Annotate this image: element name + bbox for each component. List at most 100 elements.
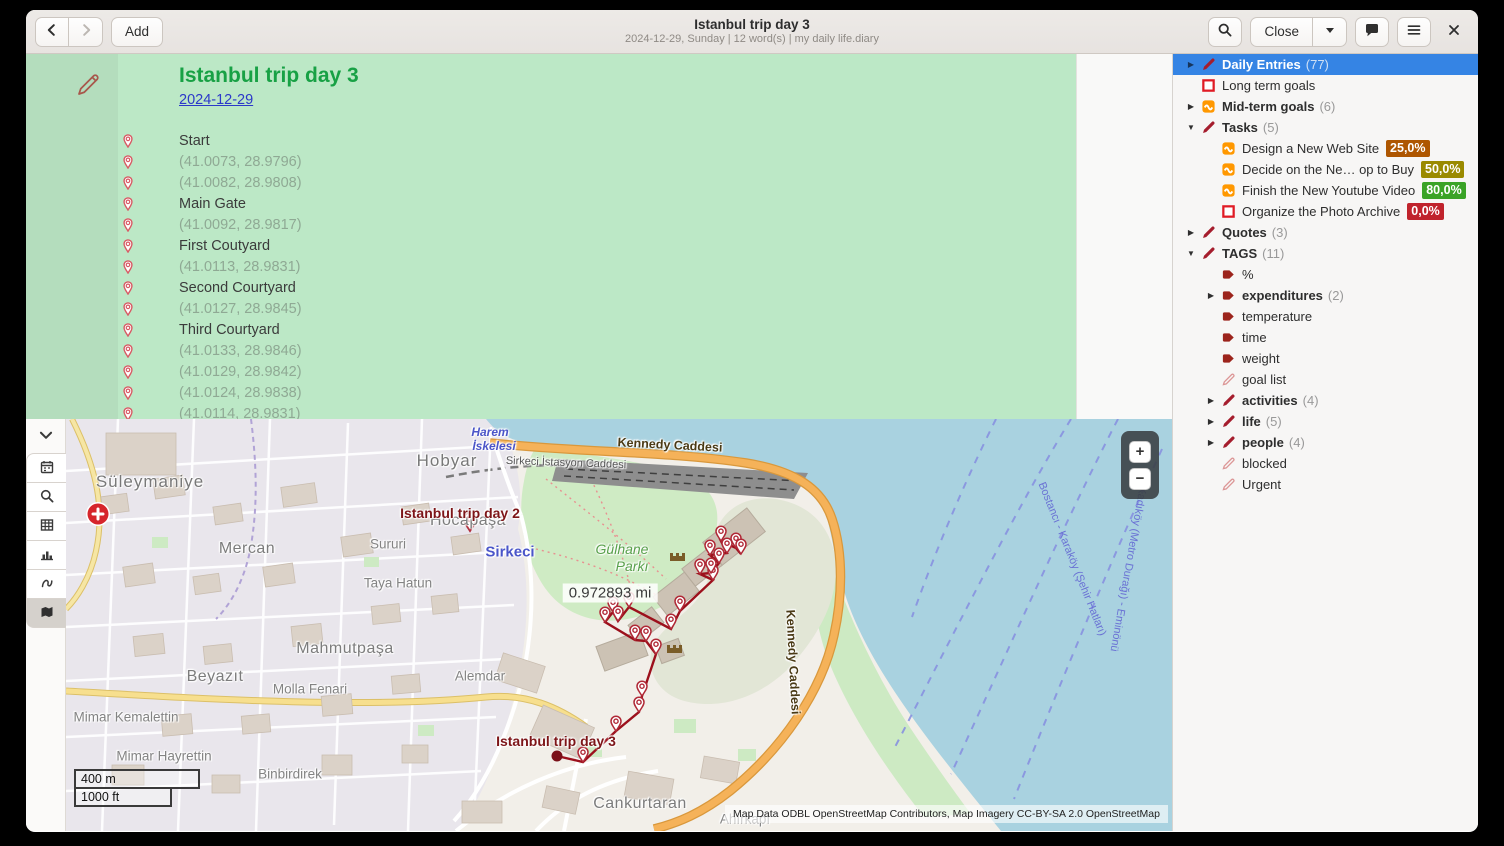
collapse-panel-button[interactable] (26, 419, 66, 451)
sidebar-item-finish-youtube-video[interactable]: Finish the New Youtube Video 80,0% (1173, 180, 1478, 201)
map-zoom-control: + − (1121, 431, 1159, 499)
entry-date-link[interactable]: 2024-12-29 (179, 92, 253, 108)
close-diary-button[interactable]: Close (1250, 17, 1313, 47)
sidebar-item-decide-laptop[interactable]: Decide on the Ne… op to Buy 50,0% (1173, 159, 1478, 180)
location-row: Main Gate (118, 193, 1076, 214)
sidebar-item-tag-percent[interactable]: % (1173, 264, 1478, 285)
sidebar-item-long-term-goals[interactable]: Long term goals (1173, 75, 1478, 96)
tag-bubble-icon (1364, 22, 1380, 41)
todo-checkbox-icon (1221, 204, 1236, 219)
window-subtitle: 2024-12-29, Sunday | 12 word(s) | my dai… (625, 32, 879, 46)
map-pin-icon (121, 196, 135, 211)
progress-badge: 80,0% (1422, 182, 1465, 199)
search-icon (39, 488, 55, 507)
add-button[interactable]: Add (111, 17, 163, 47)
entry-content[interactable]: Istanbul trip day 3 2024-12-29 Start (41… (118, 54, 1076, 419)
screen: Add Istanbul trip day 3 2024-12-29, Sund… (0, 0, 1504, 846)
tags-button[interactable] (1355, 17, 1389, 47)
sidebar-item-tag-urgent[interactable]: Urgent (1173, 474, 1478, 495)
sidebar-item-tag-goal-list[interactable]: goal list (1173, 369, 1478, 390)
sidebar-item-tag-activities[interactable]: ▶ activities (4) (1173, 390, 1478, 411)
menu-button[interactable] (1397, 17, 1431, 47)
hamburger-icon (1406, 22, 1422, 41)
chevron-left-icon (44, 22, 60, 41)
table-tab-button[interactable] (26, 511, 66, 541)
todo-checkbox-icon (1201, 78, 1216, 93)
sidebar-item-tag-people[interactable]: ▶ people (4) (1173, 432, 1478, 453)
sidebar-item-tag-blocked[interactable]: blocked (1173, 453, 1478, 474)
zoom-in-button[interactable]: + (1129, 441, 1151, 463)
map-canvas[interactable]: Süleymaniye Hobyar Mercan Sururi Taya Ha… (66, 419, 1172, 831)
sidebar-item-quotes[interactable]: ▶ Quotes (3) (1173, 222, 1478, 243)
app-window: Add Istanbul trip day 3 2024-12-29, Sund… (26, 10, 1478, 832)
progress-wave-icon (1221, 141, 1236, 156)
zoom-out-button[interactable]: − (1129, 468, 1151, 490)
header-bar: Add Istanbul trip day 3 2024-12-29, Sund… (26, 10, 1478, 54)
location-row: (41.0127, 28.9845) (118, 298, 1076, 319)
calendar-icon (39, 459, 55, 478)
progress-wave-icon (1221, 183, 1236, 198)
map-pin-icon (121, 385, 135, 400)
sidebar-item-daily-entries[interactable]: ▶ Daily Entries (77) (1173, 54, 1478, 75)
map-pin-icon (121, 217, 135, 232)
sidebar-item-tag-time[interactable]: time (1173, 327, 1478, 348)
close-dropdown-button[interactable] (1313, 17, 1347, 47)
map-panel: Süleymaniye Hobyar Mercan Sururi Taya Ha… (26, 419, 1172, 831)
location-row: (41.0082, 28.9808) (118, 172, 1076, 193)
sidebar-item-tasks[interactable]: ▼ Tasks (5) (1173, 117, 1478, 138)
location-row: (41.0124, 28.9838) (118, 382, 1076, 403)
sidebar-item-tag-life[interactable]: ▶ life (5) (1173, 411, 1478, 432)
progress-badge: 0,0% (1407, 203, 1444, 220)
expander-right-icon[interactable]: ▶ (1201, 390, 1221, 411)
sidebar-item-design-web-site[interactable]: Design a New Web Site 25,0% (1173, 138, 1478, 159)
map-pin-icon (121, 301, 135, 316)
sidebar-item-mid-term-goals[interactable]: ▶ Mid-term goals (6) (1173, 96, 1478, 117)
diary-tree-sidebar: ▶ Daily Entries (77) Long term goals ▶ M… (1172, 54, 1478, 831)
pencil-icon (1221, 393, 1236, 408)
location-row: Second Courtyard (118, 277, 1076, 298)
window-close-button[interactable] (1439, 17, 1469, 47)
add-location-button[interactable] (86, 502, 110, 526)
chart-tab-button[interactable] (26, 540, 66, 570)
sidebar-item-tags[interactable]: ▼ TAGS (11) (1173, 243, 1478, 264)
sidebar-item-organize-photo-archive[interactable]: Organize the Photo Archive 0,0% (1173, 201, 1478, 222)
bar-chart-icon (39, 546, 55, 565)
back-button[interactable] (35, 17, 69, 47)
progress-badge: 50,0% (1421, 161, 1464, 178)
triangle-down-icon (1324, 24, 1336, 39)
sidebar-item-tag-temperature[interactable]: temperature (1173, 306, 1478, 327)
location-row: (41.0133, 28.9846) (118, 340, 1076, 361)
map-tiles (66, 419, 1172, 831)
expander-right-icon[interactable]: ▶ (1201, 432, 1221, 453)
sidebar-item-tag-expenditures[interactable]: ▶ expenditures (2) (1173, 285, 1478, 306)
expander-right-icon[interactable]: ▶ (1181, 222, 1201, 243)
pencil-icon (1221, 435, 1236, 450)
theme-tab-button[interactable] (26, 569, 66, 599)
location-row: (41.0092, 28.9817) (118, 214, 1076, 235)
calendar-tab-button[interactable] (26, 453, 66, 483)
expander-right-icon[interactable]: ▶ (1181, 54, 1201, 75)
edit-pencil-icon (72, 68, 102, 98)
expander-down-icon[interactable]: ▼ (1181, 117, 1201, 138)
map-pin-icon (121, 259, 135, 274)
location-row: Start (118, 130, 1076, 151)
sidebar-item-tag-weight[interactable]: weight (1173, 348, 1478, 369)
tag-icon (1221, 330, 1236, 345)
location-row: (41.0113, 28.9831) (118, 256, 1076, 277)
search-tab-button[interactable] (26, 482, 66, 512)
location-row: First Coutyard (118, 235, 1076, 256)
expander-right-icon[interactable]: ▶ (1181, 96, 1201, 117)
expander-right-icon[interactable]: ▶ (1201, 285, 1221, 306)
expander-down-icon[interactable]: ▼ (1181, 243, 1201, 264)
entry-editor[interactable]: Istanbul trip day 3 2024-12-29 Start (41… (26, 54, 1172, 419)
search-button[interactable] (1208, 17, 1242, 47)
map-scale-imperial: 1000 ft (74, 787, 172, 807)
map-pin-icon (121, 322, 135, 337)
pencil-icon (1201, 57, 1216, 72)
forward-button[interactable] (69, 17, 103, 47)
map-tab-button[interactable] (26, 598, 66, 628)
location-row: (41.0129, 28.9842) (118, 361, 1076, 382)
theme-brush-icon (39, 575, 55, 594)
expander-right-icon[interactable]: ▶ (1201, 411, 1221, 432)
map-pin-icon (121, 364, 135, 379)
